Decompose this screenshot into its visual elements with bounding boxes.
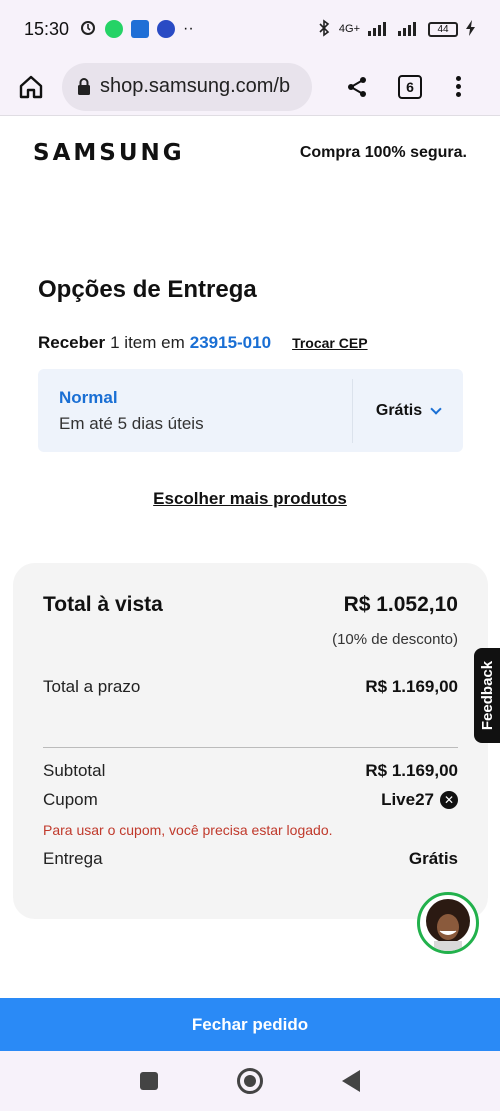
outlook-icon: [131, 20, 150, 38]
lock-icon: [78, 77, 90, 95]
site-header: SAMSUNG Compra 100% segura.: [0, 117, 500, 189]
menu-dot-icon: [455, 84, 461, 89]
bluetooth-icon: [317, 18, 331, 40]
network-type: 4G+: [338, 23, 360, 35]
receive-info: Receber 1 item em 23915-010 Trocar CEP: [38, 333, 368, 353]
system-navigation-bar: [0, 1051, 500, 1111]
feedback-label: Feedback: [479, 660, 497, 731]
menu-dot-icon: [455, 76, 461, 81]
receive-prefix: Receber: [38, 333, 106, 352]
feedback-tab[interactable]: Feedback: [474, 648, 500, 743]
receive-items: 1 item em: [110, 333, 185, 352]
back-button[interactable]: [342, 1070, 361, 1092]
order-summary: Total à vista R$ 1.052,10 (10% de descon…: [13, 563, 488, 919]
share-button[interactable]: [342, 72, 372, 102]
coupon-label: Cupom: [43, 790, 98, 809]
change-cep-link[interactable]: Trocar CEP: [292, 335, 367, 351]
clock: 15:30: [24, 18, 70, 39]
discount-note: (10% de desconto): [332, 631, 458, 648]
chevron-down-icon: [430, 402, 442, 415]
battery-icon: 44: [428, 21, 458, 37]
recent-apps-button[interactable]: [139, 1072, 158, 1090]
shipping-label: Entrega: [43, 849, 103, 868]
delivery-price-dropdown[interactable]: Grátis: [353, 402, 463, 420]
signal-icon-2: [398, 20, 420, 39]
coupon-row: Cupom Live27 ✕: [43, 790, 458, 810]
url-text: shop.samsung.com/b: [100, 75, 291, 97]
subtotal-row: Subtotal R$ 1.169,00: [43, 761, 458, 781]
total-term-label: Total a prazo: [43, 677, 141, 696]
shipping-value: Grátis: [408, 849, 458, 868]
alarm-icon: [79, 18, 97, 41]
coupon-value-group: Live27 ✕: [381, 790, 458, 810]
more-notifications-icon: ··: [183, 20, 194, 37]
tabs-button[interactable]: 6: [398, 74, 422, 99]
checkout-button[interactable]: Fechar pedido: [0, 998, 500, 1051]
total-cash-value: R$ 1.052,10: [343, 593, 458, 616]
choose-more-products-link[interactable]: Escolher mais produtos: [0, 489, 500, 509]
coupon-warning: Para usar o cupom, você precisa estar lo…: [43, 822, 333, 838]
delivery-option-days: Em até 5 dias úteis: [59, 413, 204, 433]
battery-level: 44: [437, 23, 449, 35]
delivery-option-info: Normal Em até 5 dias úteis: [38, 388, 352, 434]
assistant-avatar-icon: [426, 899, 470, 951]
home-icon: [19, 75, 43, 98]
chat-assistant-avatar[interactable]: [417, 892, 479, 954]
delivery-option-name: Normal: [59, 387, 118, 407]
address-bar[interactable]: shop.samsung.com/b: [62, 62, 312, 111]
remove-coupon-icon[interactable]: ✕: [440, 791, 458, 809]
samsung-logo[interactable]: SAMSUNG: [33, 140, 185, 166]
share-icon: [348, 76, 366, 97]
delivery-option-price: Grátis: [375, 401, 423, 419]
delivery-options-title: Opções de Entrega: [38, 276, 257, 303]
delivery-option-card[interactable]: Normal Em até 5 dias úteis Grátis: [38, 369, 463, 452]
system-status: 4G+ 44: [317, 18, 476, 40]
total-cash-row: Total à vista R$ 1.052,10: [43, 593, 458, 617]
total-cash-label: Total à vista: [43, 593, 163, 616]
home-circle-icon: [243, 1075, 256, 1087]
summary-divider: [43, 747, 458, 748]
signal-icon: [368, 20, 390, 39]
total-term-row: Total a prazo R$ 1.169,00: [43, 677, 458, 697]
browser-toolbar: shop.samsung.com/b 6: [0, 58, 500, 116]
shipping-row: Entrega Grátis: [43, 849, 458, 869]
choose-more-products-label: Escolher mais produtos: [153, 489, 347, 508]
status-bar: 15:30 ·· 4G+ 44: [0, 0, 500, 58]
subtotal-value: R$ 1.169,00: [365, 761, 458, 780]
cep-value: 23915-010: [189, 333, 272, 352]
notification-icons: ··: [79, 18, 194, 41]
checkout-button-label: Fechar pedido: [191, 1014, 309, 1034]
subtotal-label: Subtotal: [43, 761, 106, 780]
home-nav-button[interactable]: [236, 1068, 263, 1094]
overflow-menu-button[interactable]: [448, 72, 468, 102]
whatsapp-icon: [105, 20, 124, 38]
menu-dot-icon: [455, 92, 461, 97]
app-icon: [157, 20, 176, 38]
total-term-value: R$ 1.169,00: [365, 677, 458, 696]
charging-icon: [466, 19, 476, 39]
home-button[interactable]: [14, 70, 48, 104]
coupon-code: Live27: [381, 790, 434, 809]
secure-purchase-text: Compra 100% segura.: [299, 144, 467, 161]
